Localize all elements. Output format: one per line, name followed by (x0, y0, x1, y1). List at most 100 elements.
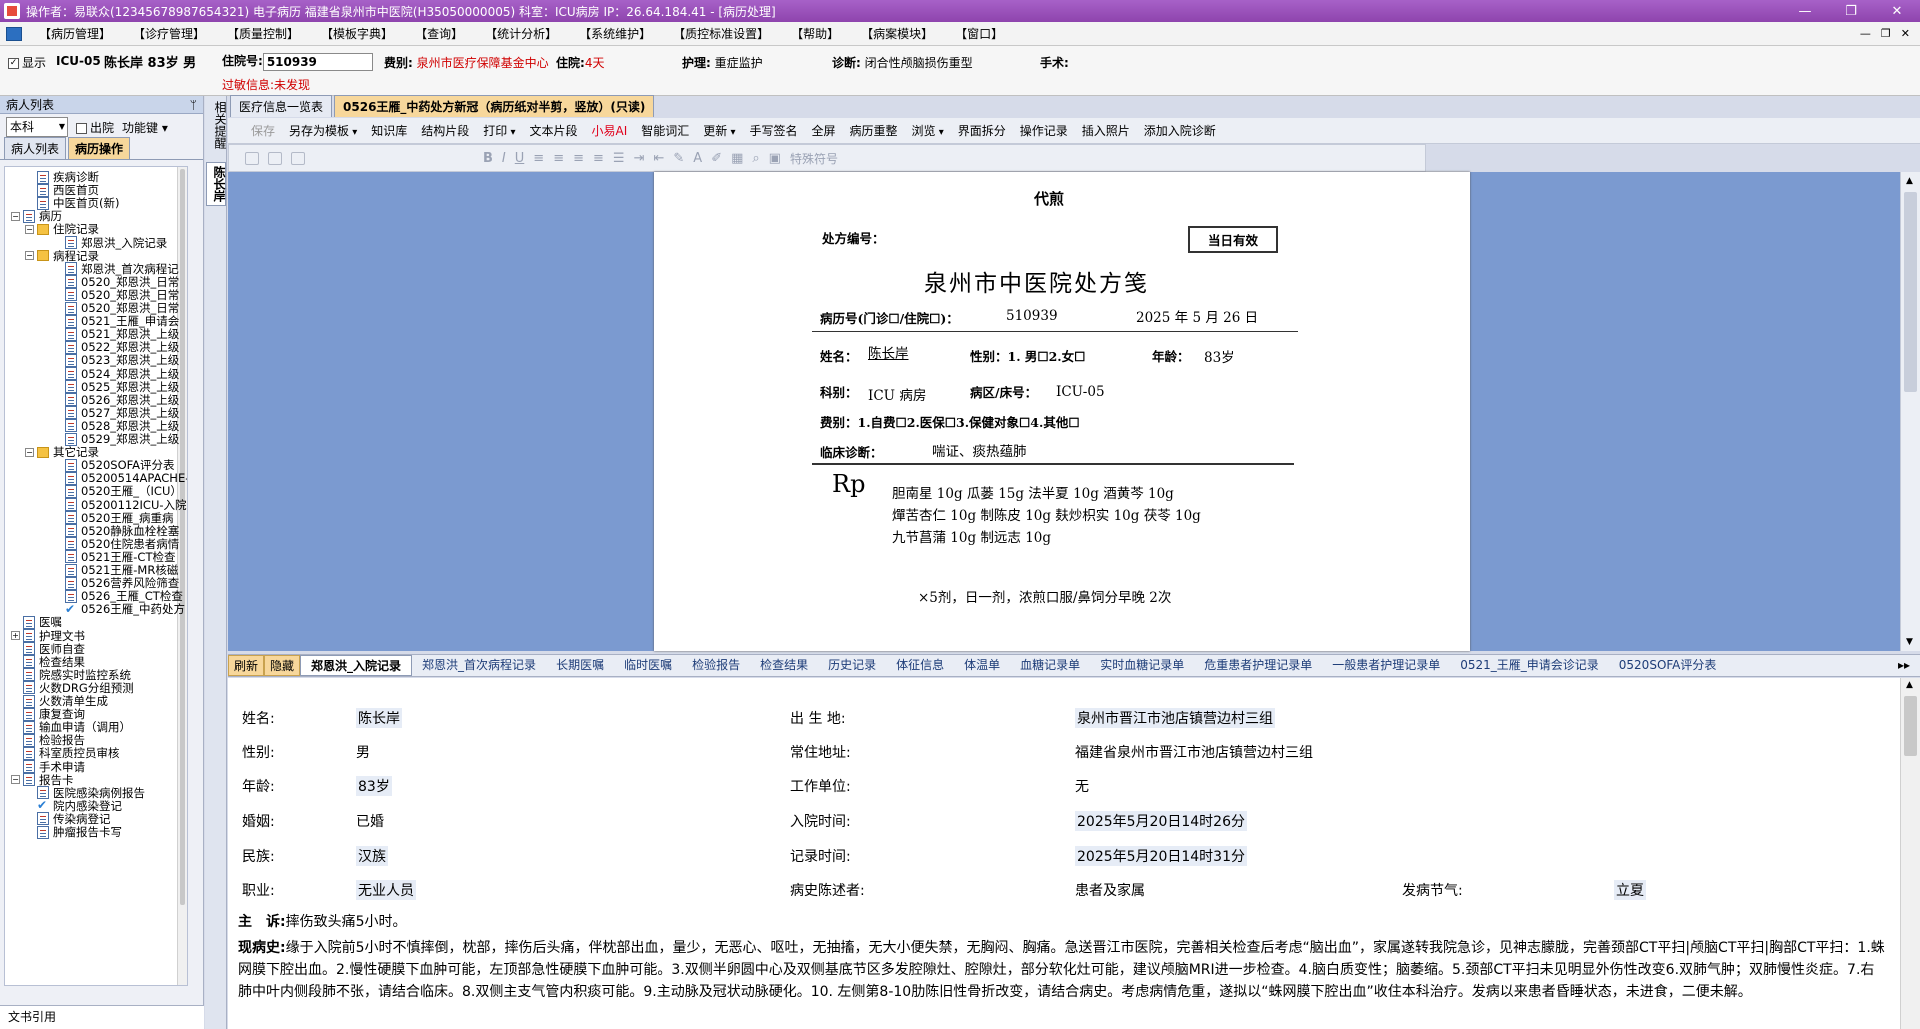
menu-case[interactable]: 【病案模块】 (850, 25, 944, 42)
record-scroll-up-icon[interactable]: ▲ (1906, 680, 1913, 690)
image-icon[interactable]: ▣ (769, 151, 781, 166)
tree-node[interactable]: 肿瘤报告卡写 (37, 824, 122, 840)
menu-quality[interactable]: 【质量控制】 (216, 25, 310, 42)
collapse-icon[interactable]: − (25, 447, 34, 457)
menu-medical-record[interactable]: 【病历管理】 (28, 25, 122, 42)
tab-medical-overview[interactable]: 医疗信息一览表 (230, 95, 333, 117)
menu-window[interactable]: 【窗口】 (944, 25, 1014, 42)
toolbar-button[interactable]: 添加入院诊断 (1137, 122, 1223, 139)
hide-button[interactable]: 隐藏 (264, 655, 301, 676)
menu-template[interactable]: 【模板字典】 (310, 25, 404, 42)
dept-select[interactable]: 本科 (6, 117, 68, 137)
toolbar-button[interactable]: 知识库 (364, 122, 414, 139)
collapse-icon[interactable]: − (11, 775, 20, 785)
menu-help[interactable]: 【帮助】 (780, 25, 850, 42)
toolbar-button[interactable]: 另存为模板 (282, 122, 364, 139)
toolbar-button[interactable]: 界面拆分 (951, 122, 1013, 139)
mdi-minimize-button[interactable]: — (1860, 27, 1871, 40)
record-tab[interactable]: 长期医嘱 (546, 655, 614, 676)
special-symbol-button[interactable]: 特殊符号 (790, 150, 838, 167)
tree-scroll-thumb[interactable] (180, 169, 185, 906)
pin-icon[interactable]: ᛘ (190, 96, 197, 114)
discharged-checkbox[interactable]: 出院 (76, 119, 114, 136)
record-tab[interactable]: 历史记录 (818, 655, 886, 676)
format-painter-icon[interactable]: ✐ (711, 151, 722, 166)
record-tab[interactable]: 检验报告 (682, 655, 750, 676)
record-tab[interactable]: 郑恩洪_入院记录 (300, 655, 413, 676)
toolbar-button[interactable]: 全屏 (805, 122, 843, 139)
record-tab[interactable]: 郑恩洪_首次病程记录 (412, 655, 546, 676)
vtab-patient[interactable]: 陈长岸 (206, 162, 226, 206)
align-right-icon[interactable]: ≡ (573, 151, 584, 166)
font-color-icon[interactable]: A (693, 151, 702, 166)
indent-icon[interactable]: ⇥ (634, 151, 645, 166)
toolbar-button[interactable]: 文本片段 (522, 122, 584, 139)
bold-icon[interactable]: B (483, 151, 493, 166)
record-tab[interactable]: 0520SOFA评分表 (1609, 655, 1727, 676)
maximize-button[interactable]: ❐ (1828, 4, 1874, 19)
function-key-dropdown[interactable]: 功能键 ▾ (122, 119, 168, 136)
scroll-down-icon[interactable]: ▼ (1906, 637, 1913, 647)
undo-icon[interactable] (268, 151, 282, 165)
toolbar-button[interactable]: 智能词汇 (634, 122, 696, 139)
scroll-up-icon[interactable]: ▲ (1906, 176, 1913, 186)
italic-icon[interactable]: I (502, 151, 506, 166)
record-tab[interactable]: 检查结果 (750, 655, 818, 676)
outdent-icon[interactable]: ⇤ (653, 151, 664, 166)
toolbar-button[interactable]: 插入照片 (1075, 122, 1137, 139)
table-icon[interactable]: ▦ (731, 151, 743, 166)
mdi-close-button[interactable]: ✕ (1901, 27, 1910, 40)
collapse-icon[interactable]: − (11, 211, 20, 221)
search-icon[interactable]: ⌕ (752, 151, 759, 166)
toolbar-button[interactable]: 保存 (244, 122, 282, 139)
collapse-icon[interactable]: − (25, 251, 34, 261)
save-icon[interactable] (245, 151, 259, 165)
menu-qc-standard[interactable]: 【质控标准设置】 (662, 25, 780, 42)
collapse-icon[interactable]: − (25, 224, 34, 234)
tabs-scroll-right-icon[interactable]: ▸▸ (1888, 655, 1920, 676)
close-button[interactable]: ✕ (1874, 4, 1920, 19)
record-tab[interactable]: 体征信息 (886, 655, 954, 676)
toolbar-button[interactable]: 更新 (696, 122, 742, 139)
tab-record-operation[interactable]: 病历操作 (68, 137, 131, 159)
record-tab[interactable]: 血糖记录单 (1010, 655, 1090, 676)
record-tab[interactable]: 危重患者护理记录单 (1194, 655, 1322, 676)
editor-scroll-thumb[interactable] (1904, 192, 1917, 392)
toolbar-button[interactable]: 病历重整 (843, 122, 905, 139)
tree-node[interactable]: ✔ 0526王雁_中药处方 (65, 601, 185, 617)
highlight-icon[interactable]: ✎ (673, 151, 684, 166)
align-left-icon[interactable]: ≡ (533, 151, 544, 166)
minimize-button[interactable]: — (1782, 4, 1828, 19)
show-checkbox[interactable]: ✓ 显示 (8, 54, 46, 71)
toolbar-button[interactable]: 结构片段 (414, 122, 476, 139)
justify-icon[interactable]: ≡ (593, 151, 604, 166)
vtab-reminder[interactable]: 相关提醒 (206, 98, 227, 152)
zyh-input[interactable]: 510939 (262, 52, 373, 71)
underline-icon[interactable]: U (515, 151, 525, 166)
toolbar-button[interactable]: 打印 (476, 122, 522, 139)
record-scrollbar[interactable]: ▲ (1900, 678, 1920, 1029)
record-scroll-thumb[interactable] (1904, 696, 1917, 756)
toolbar-button[interactable]: 手写签名 (742, 122, 804, 139)
record-tab[interactable]: 体温单 (954, 655, 1010, 676)
doc-reference-tab[interactable]: 文书引用 (0, 1005, 204, 1029)
record-tab[interactable]: 实时血糖记录单 (1090, 655, 1194, 676)
menu-query[interactable]: 【查询】 (404, 25, 474, 42)
list-icon[interactable]: ☰ (613, 151, 625, 166)
record-tab[interactable]: 一般患者护理记录单 (1322, 655, 1450, 676)
menu-diagnosis[interactable]: 【诊疗管理】 (122, 25, 216, 42)
tab-tcm-prescription[interactable]: 0526王雁_中药处方新冠（病历纸对半剪，竖放）(只读) (334, 95, 655, 117)
menu-system[interactable]: 【系统维护】 (568, 25, 662, 42)
record-tab[interactable]: 临时医嘱 (614, 655, 682, 676)
mdi-restore-button[interactable]: ❐ (1881, 27, 1891, 40)
expand-icon[interactable]: + (11, 631, 20, 640)
editor-scrollbar[interactable]: ▲ ▼ (1900, 172, 1920, 651)
record-tab[interactable]: 0521_王雁_申请会诊记录 (1450, 655, 1609, 676)
menu-statistics[interactable]: 【统计分析】 (474, 25, 568, 42)
toolbar-button[interactable]: 浏览 (905, 122, 951, 139)
toolbar-button[interactable]: 小易AI (585, 122, 635, 139)
refresh-button[interactable]: 刷新 (228, 655, 265, 676)
align-center-icon[interactable]: ≡ (553, 151, 564, 166)
toolbar-button[interactable]: 操作记录 (1013, 122, 1075, 139)
tab-patient-list[interactable]: 病人列表 (4, 137, 67, 159)
